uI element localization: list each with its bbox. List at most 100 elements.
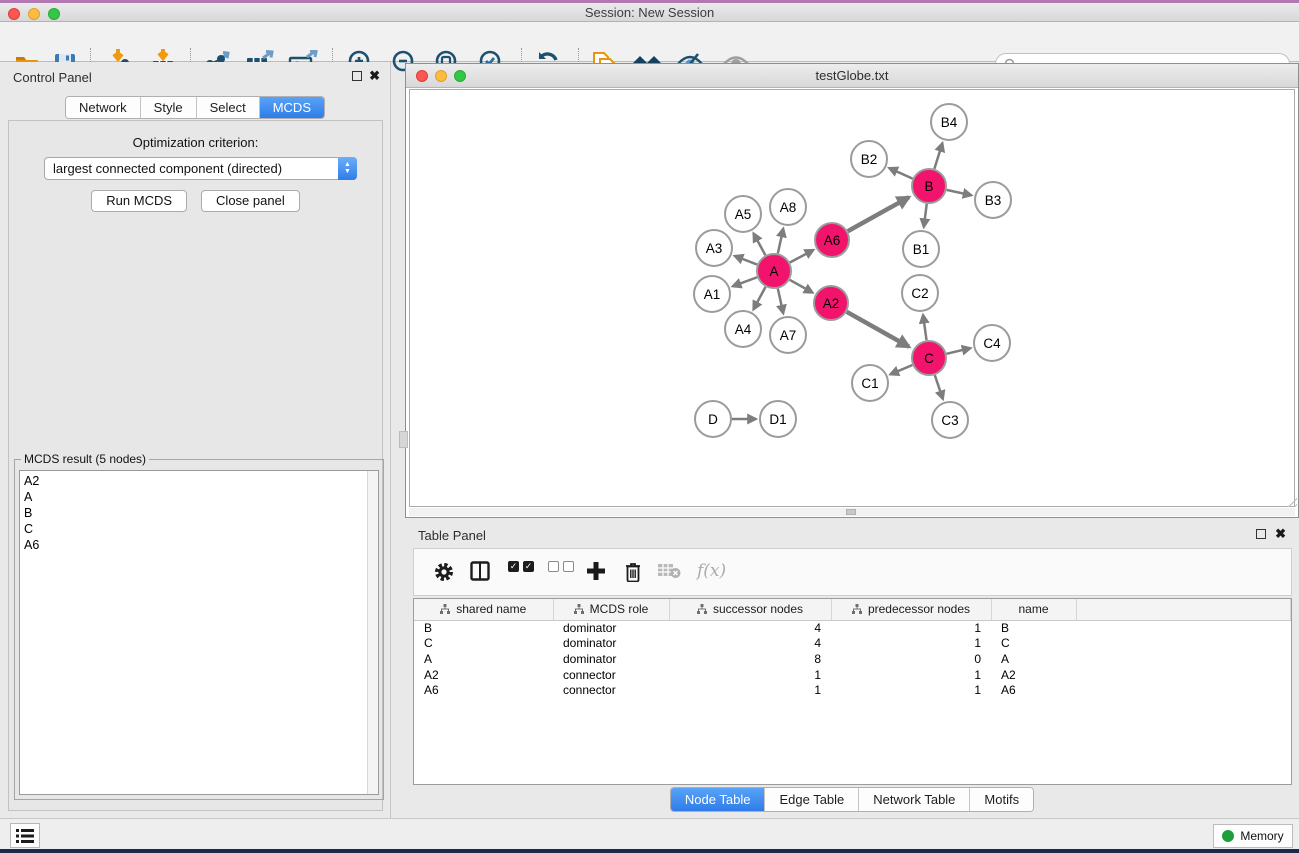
node-D[interactable]: D	[695, 401, 731, 437]
network-vscroll-thumb[interactable]	[399, 431, 408, 448]
task-history-button[interactable]	[10, 823, 40, 848]
node-A5[interactable]: A5	[725, 196, 761, 232]
cell-successor[interactable]: 4	[669, 620, 831, 636]
node-A[interactable]: A	[757, 254, 791, 288]
edge-A-A7[interactable]	[778, 289, 783, 314]
show-columns-button[interactable]	[470, 561, 490, 581]
node-A2[interactable]: A2	[814, 286, 848, 320]
network-window-titlebar[interactable]: testGlobe.txt	[406, 64, 1298, 88]
col-predecessor-nodes[interactable]: predecessor nodes	[831, 599, 991, 620]
cell-mcds_role[interactable]: dominator	[553, 651, 669, 667]
tab-edge-table[interactable]: Edge Table	[765, 788, 859, 811]
col-successor-nodes[interactable]: successor nodes	[669, 599, 831, 620]
table-row[interactable]: A2connector11A2	[414, 667, 1291, 683]
edge-B-B3[interactable]	[947, 190, 972, 195]
mcds-result-list[interactable]: A2ABCA6	[19, 470, 379, 795]
cell-mcds_role[interactable]: dominator	[553, 620, 669, 636]
cell-shared_name[interactable]: B	[414, 620, 553, 636]
node-B1[interactable]: B1	[903, 231, 939, 267]
edge-A-A2[interactable]	[790, 280, 813, 293]
edge-C-C3[interactable]	[935, 375, 943, 399]
optimization-criterion-dropdown[interactable]: largest connected component (directed) ▲…	[44, 157, 357, 180]
edge-A-A8[interactable]	[778, 228, 783, 253]
cell-mcds_role[interactable]: connector	[553, 682, 669, 698]
tab-motifs[interactable]: Motifs	[970, 788, 1033, 811]
network-graph[interactable]: B4B2BB3A8A5A6A3B1AA1C2A2A4A7C4CC1DD1C3	[410, 90, 1295, 507]
node-B3[interactable]: B3	[975, 182, 1011, 218]
node-B2[interactable]: B2	[851, 141, 887, 177]
cell-shared_name[interactable]: C	[414, 636, 553, 652]
cell-successor[interactable]: 8	[669, 651, 831, 667]
tab-style[interactable]: Style	[141, 97, 197, 118]
memory-button[interactable]: Memory	[1213, 824, 1293, 848]
tab-select[interactable]: Select	[197, 97, 260, 118]
edge-B-B4[interactable]	[934, 143, 942, 169]
table-settings-button[interactable]	[433, 561, 455, 583]
cell-name[interactable]: A2	[991, 667, 1076, 683]
tab-mcds[interactable]: MCDS	[260, 97, 324, 118]
node-A8[interactable]: A8	[770, 189, 806, 225]
col-name[interactable]: name	[991, 599, 1076, 620]
edge-A-A1[interactable]	[733, 277, 757, 286]
tab-network[interactable]: Network	[66, 97, 141, 118]
cell-predecessor[interactable]: 1	[831, 636, 991, 652]
node-C3[interactable]: C3	[932, 402, 968, 438]
function-builder-button[interactable]: f(x)	[697, 561, 726, 581]
tab-node-table[interactable]: Node Table	[671, 788, 766, 811]
tab-network-table[interactable]: Network Table	[859, 788, 970, 811]
close-panel-icon[interactable]: ✖	[369, 68, 380, 84]
edge-C-C1[interactable]	[890, 365, 912, 374]
cell-successor[interactable]: 1	[669, 682, 831, 698]
table-float-button[interactable]	[1256, 529, 1266, 539]
edge-A-A4[interactable]	[753, 287, 765, 310]
cell-name[interactable]: A6	[991, 682, 1076, 698]
cell-predecessor[interactable]: 1	[831, 682, 991, 698]
node-A1[interactable]: A1	[694, 276, 730, 312]
edge-C-C4[interactable]	[947, 348, 971, 354]
network-hscrollbar[interactable]	[409, 508, 1295, 516]
cell-successor[interactable]: 4	[669, 636, 831, 652]
mcds-result-item[interactable]: C	[20, 521, 378, 537]
edge-B-B2[interactable]	[889, 168, 913, 179]
mcds-result-item[interactable]: A	[20, 489, 378, 505]
table-row[interactable]: Bdominator41B	[414, 620, 1291, 636]
cell-successor[interactable]: 1	[669, 667, 831, 683]
cell-mcds_role[interactable]: connector	[553, 667, 669, 683]
select-all-button[interactable]: ✓✓	[508, 561, 534, 572]
cell-predecessor[interactable]: 1	[831, 667, 991, 683]
network-canvas[interactable]: B4B2BB3A8A5A6A3B1AA1C2A2A4A7C4CC1DD1C3	[409, 89, 1295, 507]
deselect-all-button[interactable]	[548, 561, 574, 572]
node-B4[interactable]: B4	[931, 104, 967, 140]
edge-A2-C[interactable]	[847, 312, 909, 347]
float-panel-button[interactable]	[352, 71, 362, 81]
col-mcds-role[interactable]: MCDS role	[553, 599, 669, 620]
cell-shared_name[interactable]: A6	[414, 682, 553, 698]
hscroll-thumb[interactable]	[846, 509, 856, 515]
node-table[interactable]: shared name MCDS role successor nodes pr…	[413, 598, 1292, 785]
cell-shared_name[interactable]: A	[414, 651, 553, 667]
node-A4[interactable]: A4	[725, 311, 761, 347]
table-row[interactable]: Cdominator41C	[414, 636, 1291, 652]
node-C4[interactable]: C4	[974, 325, 1010, 361]
edge-B-B1[interactable]	[924, 204, 927, 227]
node-B[interactable]: B	[912, 169, 946, 203]
edge-A-A6[interactable]	[790, 250, 814, 263]
close-panel-button[interactable]: Close panel	[201, 190, 300, 212]
cell-predecessor[interactable]: 1	[831, 620, 991, 636]
table-close-icon[interactable]: ✖	[1275, 526, 1286, 542]
mcds-result-item[interactable]: A6	[20, 537, 378, 553]
node-D1[interactable]: D1	[760, 401, 796, 437]
cell-mcds_role[interactable]: dominator	[553, 636, 669, 652]
node-A6[interactable]: A6	[815, 223, 849, 257]
result-scrollbar[interactable]	[367, 471, 378, 794]
cell-name[interactable]: B	[991, 620, 1076, 636]
col-shared-name[interactable]: shared name	[414, 599, 553, 620]
edge-C-C2[interactable]	[923, 315, 927, 340]
node-A7[interactable]: A7	[770, 317, 806, 353]
mcds-result-item[interactable]: B	[20, 505, 378, 521]
edge-A6-B[interactable]	[848, 197, 909, 231]
run-mcds-button[interactable]: Run MCDS	[91, 190, 187, 212]
node-C[interactable]: C	[912, 341, 946, 375]
mcds-result-item[interactable]: A2	[20, 473, 378, 489]
edge-A-A5[interactable]	[754, 233, 766, 255]
